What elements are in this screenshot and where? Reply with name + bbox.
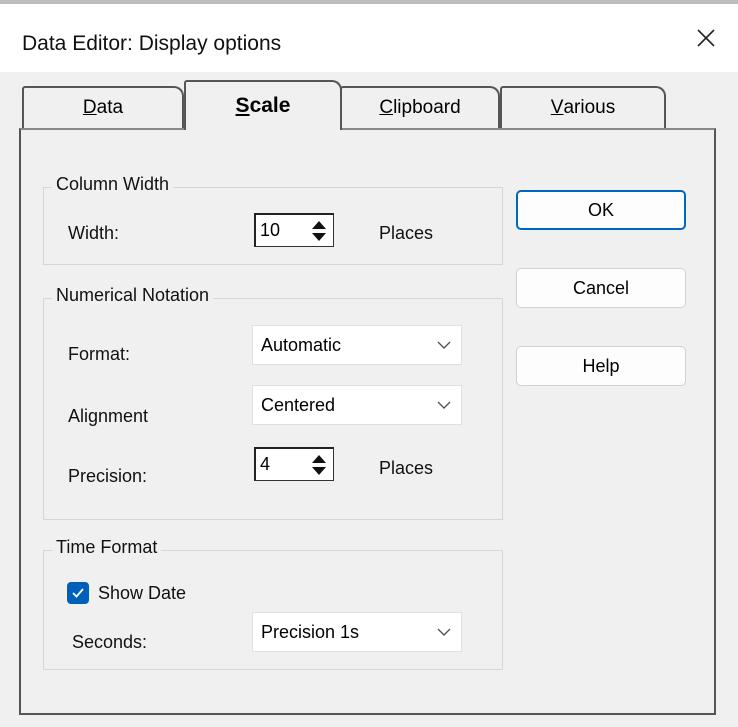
show-date-label[interactable]: Show Date — [98, 583, 186, 604]
window-title: Data Editor: Display options — [22, 32, 282, 55]
alignment-label: Alignment — [68, 406, 149, 426]
help-button[interactable]: Help — [516, 346, 686, 386]
tab-clipboard[interactable]: Clipboard — [340, 86, 500, 128]
tab-panel-scale: Column Width Width: 10 Places Numerical … — [19, 128, 716, 715]
precision-spinner[interactable]: 4 — [254, 447, 334, 481]
time-format-group-label: Time Format — [52, 537, 162, 558]
tab-various-label: arious — [563, 97, 616, 118]
precision-label: Precision: — [68, 466, 148, 486]
seconds-label: Seconds: — [72, 632, 148, 652]
width-spinner[interactable]: 10 — [254, 213, 334, 247]
width-unit-label: Places — [379, 223, 434, 243]
dialog-window: Data Editor: Display options Data Clipbo… — [0, 0, 738, 727]
numerical-notation-group: Numerical Notation Format: Automatic Ali… — [43, 285, 503, 520]
tab-scale[interactable]: Scale — [184, 80, 342, 130]
chevron-down-icon — [437, 341, 451, 349]
width-label: Width: — [68, 223, 120, 243]
tab-various-mnemonic: V — [550, 97, 564, 118]
spinner-arrows-icon[interactable] — [307, 217, 331, 245]
seconds-select[interactable]: Precision 1s — [252, 612, 462, 652]
close-icon — [697, 29, 715, 47]
tab-data-mnemonic: D — [82, 97, 97, 118]
close-button[interactable] — [674, 4, 738, 72]
tab-clipboard-mnemonic: C — [379, 97, 394, 118]
tab-data-label: ata — [96, 97, 124, 118]
column-width-group-label: Column Width — [52, 174, 174, 195]
tab-scale-mnemonic: S — [235, 94, 250, 117]
cancel-button[interactable]: Cancel — [516, 268, 686, 308]
checkmark-icon — [72, 588, 84, 598]
seconds-select-value: Precision 1s — [261, 622, 360, 642]
tab-scale-label: cale — [249, 94, 291, 117]
show-date-checkbox[interactable] — [67, 582, 89, 604]
tab-various[interactable]: Various — [500, 86, 666, 128]
width-value: 10 — [260, 220, 281, 240]
ok-button[interactable]: OK — [516, 190, 686, 230]
format-label: Format: — [68, 344, 131, 364]
chevron-down-icon — [437, 628, 451, 636]
spinner-arrows-icon[interactable] — [307, 451, 331, 479]
format-select[interactable]: Automatic — [252, 325, 462, 365]
precision-unit-label: Places — [379, 458, 434, 478]
numerical-notation-group-label: Numerical Notation — [52, 285, 214, 306]
precision-value: 4 — [260, 454, 271, 474]
tab-data[interactable]: Data — [22, 86, 184, 128]
chevron-down-icon — [437, 401, 451, 409]
alignment-select-value: Centered — [261, 395, 336, 415]
title-bar: Data Editor: Display options — [0, 0, 738, 72]
tab-clipboard-label: lipboard — [393, 97, 461, 118]
format-select-value: Automatic — [261, 335, 342, 355]
time-format-group: Time Format Show Date Seconds: Precision… — [43, 537, 503, 670]
column-width-group: Column Width Width: 10 Places — [43, 174, 503, 265]
alignment-select[interactable]: Centered — [252, 385, 462, 425]
